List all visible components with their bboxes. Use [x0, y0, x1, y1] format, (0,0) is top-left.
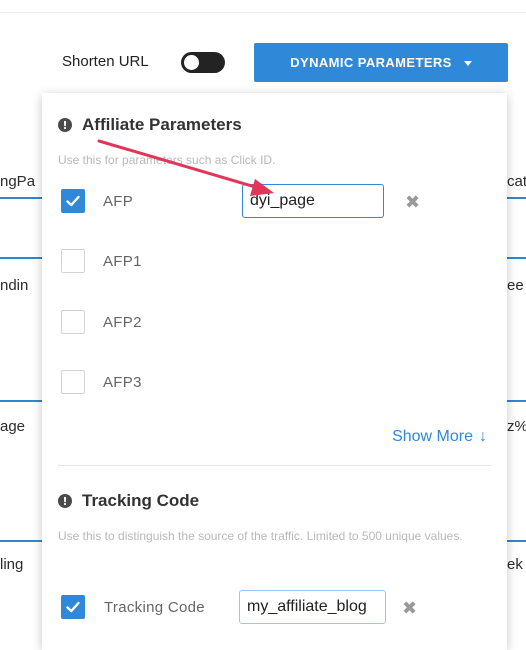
afp3-label: AFP3 [103, 373, 142, 391]
affiliate-section-title: Affiliate Parameters [82, 115, 242, 134]
param-row-afp3: AFP3 [61, 369, 142, 395]
arrow-down-icon: ↓ [479, 428, 487, 445]
close-x-icon[interactable]: ✖ [405, 193, 420, 211]
bg-field-underline [507, 400, 526, 402]
dynamic-parameters-label: DYNAMIC PARAMETERS [290, 55, 452, 70]
info-circle-icon: ! [58, 494, 72, 508]
bg-field-left-2[interactable]: ndin [0, 277, 42, 294]
param-row-afp2: AFP2 [61, 309, 142, 335]
afp-checkbox[interactable] [61, 189, 85, 213]
close-x-icon[interactable]: ✖ [402, 599, 417, 617]
afp1-checkbox[interactable] [61, 249, 85, 273]
section-divider [58, 465, 491, 466]
checkmark-icon [66, 601, 80, 613]
tracking-code-label: Tracking Code [104, 598, 205, 616]
show-more-label: Show More [392, 428, 473, 445]
dynamic-parameters-panel: ! Affiliate Parameters Use this for para… [42, 93, 507, 650]
toggle-knob [184, 55, 199, 70]
bg-field-underline [507, 257, 526, 259]
shorten-url-toggle[interactable] [181, 52, 225, 73]
param-row-afp1: AFP1 [61, 248, 142, 274]
bg-field-left-3[interactable]: age [0, 418, 42, 435]
bg-field-underline [507, 540, 526, 542]
top-divider [0, 12, 526, 13]
bg-field-right-1[interactable]: cat [507, 173, 526, 190]
afp3-checkbox[interactable] [61, 370, 85, 394]
bg-field-underline [0, 197, 42, 199]
affiliate-section-header: ! Affiliate Parameters [58, 115, 242, 135]
tracking-code-row: Tracking Code [61, 594, 205, 620]
bg-field-right-2[interactable]: ee [507, 277, 526, 294]
shorten-url-label: Shorten URL [62, 53, 149, 70]
param-row-afp: AFP [61, 188, 133, 214]
afp-label: AFP [103, 192, 134, 210]
afp2-label: AFP2 [103, 313, 142, 331]
show-more-link[interactable]: Show More ↓ [392, 428, 487, 446]
tracking-section-title: Tracking Code [82, 491, 200, 510]
info-circle-icon: ! [58, 118, 72, 132]
bg-field-right-3[interactable]: z% [507, 418, 526, 435]
bg-field-right-4[interactable]: ek [507, 556, 526, 573]
afp1-label: AFP1 [103, 252, 142, 270]
afp-value-input[interactable] [242, 184, 384, 218]
tracking-code-checkbox[interactable] [61, 595, 85, 619]
tracking-hint: Use this to distinguish the source of th… [58, 529, 463, 543]
affiliate-hint: Use this for parameters such as Click ID… [58, 153, 276, 167]
bg-field-underline [0, 540, 42, 542]
bg-field-left-4[interactable]: ling [0, 556, 42, 573]
bg-field-underline [0, 257, 42, 259]
bg-field-underline [507, 197, 526, 199]
tracking-code-input[interactable] [239, 590, 386, 624]
afp2-checkbox[interactable] [61, 310, 85, 334]
caret-down-icon [463, 60, 472, 66]
bg-field-left-1[interactable]: ngPa [0, 173, 42, 190]
dynamic-parameters-button[interactable]: DYNAMIC PARAMETERS [254, 43, 508, 82]
checkmark-icon [66, 195, 80, 207]
tracking-section-header: ! Tracking Code [58, 491, 199, 511]
bg-field-underline [0, 400, 42, 402]
